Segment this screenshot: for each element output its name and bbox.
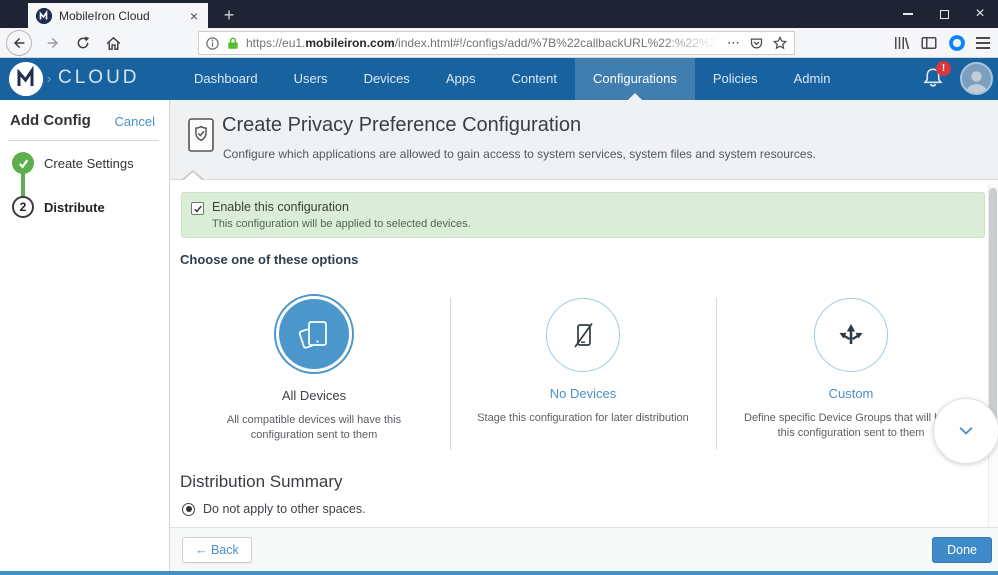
nav-item-users[interactable]: Users: [276, 58, 346, 100]
back-button[interactable]: [6, 30, 32, 56]
step-distribute[interactable]: Distribute: [44, 200, 105, 215]
new-tab-button[interactable]: +: [216, 3, 242, 28]
enable-configuration-banner: Enable this configuration This configura…: [181, 192, 985, 238]
firefox-account-icon[interactable]: [948, 34, 966, 52]
no-devices-description: Stage this configuration for later distr…: [467, 411, 699, 426]
sidebar-title: Add Config: [10, 112, 91, 129]
devices-icon: [296, 316, 332, 352]
tab-close-icon[interactable]: ×: [186, 7, 202, 25]
nav-item-devices[interactable]: Devices: [346, 58, 428, 100]
pocket-icon[interactable]: [749, 36, 764, 51]
bookmark-star-icon[interactable]: [772, 35, 788, 51]
step-number: 2: [12, 196, 34, 218]
forward-button[interactable]: [40, 30, 66, 56]
mobileiron-favicon: [36, 8, 52, 24]
site-info-icon[interactable]: [205, 36, 220, 51]
sidebar-divider: [8, 140, 159, 141]
custom-label: Custom: [731, 386, 971, 401]
bottom-accent-bar: [0, 571, 998, 575]
option-no-devices[interactable]: No Devices Stage this configuration for …: [463, 290, 703, 460]
browser-window: MobileIron Cloud × + ×: [0, 0, 998, 575]
tab-title: MobileIron Cloud: [59, 9, 186, 23]
all-devices-label: All Devices: [194, 388, 434, 403]
nav-item-dashboard[interactable]: Dashboard: [176, 58, 276, 100]
nav-links: Dashboard Users Devices Apps Content Con…: [176, 58, 848, 100]
page-subtitle: Configure which applications are allowed…: [223, 147, 816, 161]
browser-toolbar: https://eu1.mobileiron.com/index.html#!/…: [0, 28, 998, 58]
nav-item-admin[interactable]: Admin: [776, 58, 849, 100]
mobileiron-logo[interactable]: [9, 62, 43, 96]
cancel-link[interactable]: Cancel: [115, 114, 155, 129]
privacy-shield-icon: [188, 118, 214, 152]
option-divider: [450, 298, 451, 450]
spaces-radio-row[interactable]: Do not apply to other spaces.: [182, 502, 366, 516]
active-tab-notch: [628, 93, 642, 100]
scroll-down-button[interactable]: [933, 398, 998, 464]
home-button[interactable]: [100, 30, 126, 56]
nav-item-configurations[interactable]: Configurations: [575, 58, 695, 100]
window-minimize-button[interactable]: [890, 0, 926, 28]
no-devices-label: No Devices: [463, 386, 703, 401]
chevron-down-icon: [951, 416, 981, 446]
no-devices-circle[interactable]: [546, 298, 620, 372]
do-not-apply-label: Do not apply to other spaces.: [203, 502, 366, 516]
distribution-summary-heading: Distribution Summary: [180, 472, 343, 492]
scrollbar-thumb[interactable]: [989, 188, 997, 440]
option-all-devices[interactable]: All Devices All compatible devices will …: [194, 290, 434, 460]
url-text[interactable]: https://eu1.mobileiron.com/index.html#!/…: [246, 36, 719, 50]
custom-circle[interactable]: [814, 298, 888, 372]
main-content: Create Privacy Preference Configuration …: [170, 100, 998, 571]
done-button[interactable]: Done: [932, 537, 992, 563]
enable-configuration-checkbox[interactable]: [191, 202, 204, 215]
back-button-wizard[interactable]: ← Back: [182, 537, 252, 563]
all-devices-description: All compatible devices will have this co…: [198, 413, 430, 443]
notification-badge: !: [936, 61, 951, 76]
wizard-footer: ← Back Done: [170, 527, 998, 571]
menu-hamburger-icon[interactable]: [976, 37, 990, 49]
nav-item-apps[interactable]: Apps: [428, 58, 494, 100]
enable-configuration-description: This configuration will be applied to se…: [212, 218, 471, 230]
brand-separator: ›: [47, 71, 51, 86]
browser-tab[interactable]: MobileIron Cloud ×: [28, 3, 208, 28]
app-navbar: › CLOUD Dashboard Users Devices Apps Con…: [0, 58, 998, 100]
custom-distribution-icon: [834, 318, 868, 352]
wizard-sidebar: Add Config Cancel 2 Create Settings Dist…: [0, 100, 170, 571]
custom-description: Define specific Device Groups that will …: [735, 411, 967, 441]
nav-item-content[interactable]: Content: [493, 58, 575, 100]
page-actions-icon[interactable]: ⋯: [727, 38, 741, 48]
options-heading: Choose one of these options: [180, 252, 358, 267]
brand-name: CLOUD: [58, 67, 140, 89]
nav-item-policies[interactable]: Policies: [695, 58, 776, 100]
option-divider: [716, 298, 717, 450]
user-avatar[interactable]: [960, 62, 993, 95]
all-devices-circle[interactable]: [274, 294, 354, 374]
https-lock-icon[interactable]: [226, 36, 240, 51]
window-maximize-button[interactable]: [926, 0, 962, 28]
library-icon[interactable]: [892, 34, 910, 52]
page-header: Create Privacy Preference Configuration …: [170, 100, 998, 180]
window-close-button[interactable]: ×: [962, 0, 998, 28]
enable-configuration-label[interactable]: Enable this configuration: [212, 200, 349, 214]
step-create-settings[interactable]: Create Settings: [44, 156, 134, 171]
step-connector: [21, 173, 25, 197]
no-devices-icon: [567, 319, 599, 351]
reload-button[interactable]: [70, 30, 96, 56]
do-not-apply-radio[interactable]: [182, 503, 195, 516]
notifications-bell-icon[interactable]: !: [920, 64, 952, 96]
browser-titlebar: MobileIron Cloud × + ×: [0, 0, 998, 28]
step-complete-icon: [12, 152, 34, 174]
page-title: Create Privacy Preference Configuration: [222, 114, 581, 137]
url-bar[interactable]: https://eu1.mobileiron.com/index.html#!/…: [198, 31, 795, 55]
sidebar-toggle-icon[interactable]: [920, 34, 938, 52]
